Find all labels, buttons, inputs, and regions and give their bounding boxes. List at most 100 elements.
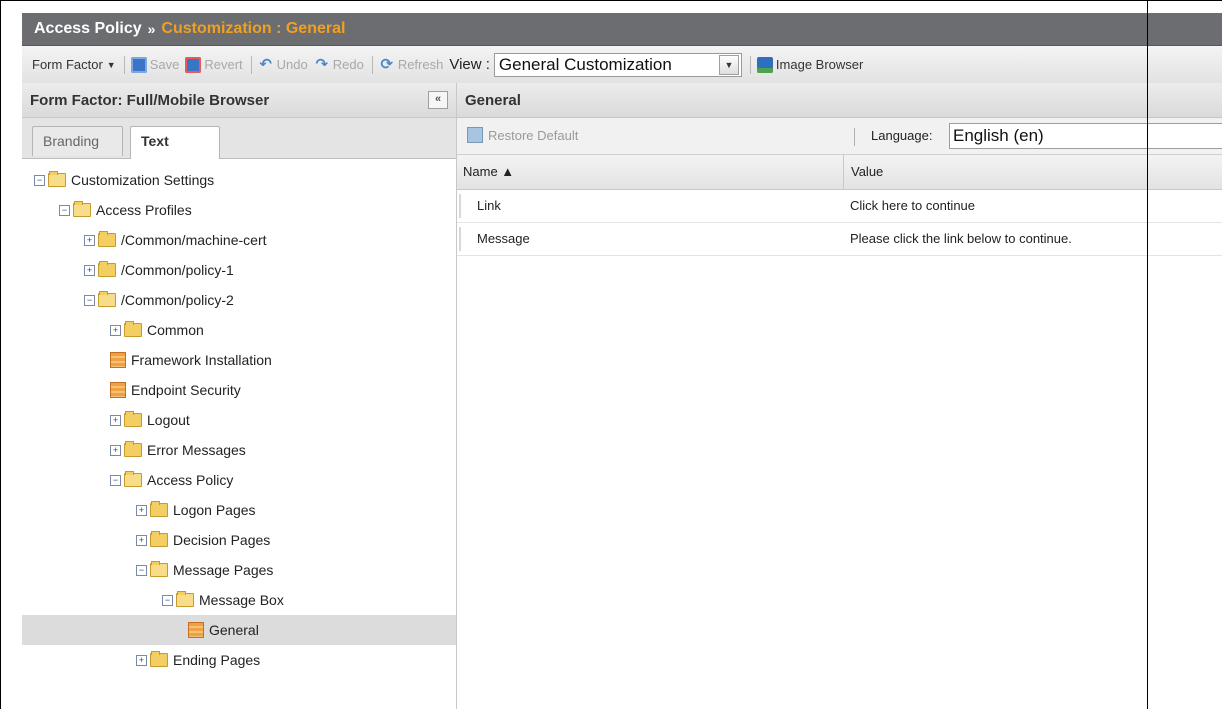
- right-panel-header: General: [457, 83, 1222, 118]
- caret-down-icon: ▼: [106, 59, 116, 70]
- dropdown-arrow-icon[interactable]: ▼: [718, 54, 739, 75]
- toolbar-separator: [749, 55, 751, 74]
- page-icon: [188, 622, 204, 638]
- column-header-value[interactable]: Value: [845, 155, 1222, 189]
- breadcrumb-separator: »: [147, 21, 156, 37]
- grid-header: Name ▲ Value: [457, 155, 1222, 190]
- tree-item[interactable]: General: [22, 615, 456, 645]
- tree-item[interactable]: + Logout: [22, 405, 190, 435]
- panel-tabs: Branding Text: [22, 118, 456, 159]
- folder-icon: [124, 321, 142, 337]
- tree-item[interactable]: + /Common/machine-cert: [22, 225, 267, 255]
- language-label: Language:: [871, 128, 933, 143]
- tree-item[interactable]: − Message Pages: [22, 555, 273, 585]
- tree-item[interactable]: Framework Installation: [22, 345, 272, 375]
- collapse-node-icon[interactable]: −: [34, 174, 45, 186]
- tree-item-label: Logon Pages: [173, 502, 256, 518]
- expand-node-icon[interactable]: +: [136, 534, 147, 546]
- collapse-node-icon[interactable]: −: [136, 564, 147, 576]
- toolbar-separator: [250, 55, 252, 74]
- revert-button[interactable]: Revert: [185, 56, 243, 73]
- toolbar-separator: [371, 55, 373, 74]
- expand-node-icon[interactable]: +: [136, 654, 147, 666]
- tree-item[interactable]: + /Common/policy-1: [22, 255, 234, 285]
- collapse-node-icon[interactable]: −: [84, 294, 95, 306]
- view-select-value: General Customization: [498, 54, 672, 74]
- image-browser-button[interactable]: Image Browser: [756, 56, 864, 73]
- tab-branding[interactable]: Branding: [32, 126, 123, 156]
- tree-item[interactable]: + Common: [22, 315, 204, 345]
- refresh-label: Refresh: [397, 57, 444, 72]
- folder-open-icon: [98, 291, 116, 307]
- expand-node-icon[interactable]: +: [110, 324, 121, 336]
- cell-value[interactable]: Please click the link below to continue.: [850, 223, 1072, 255]
- image-browser-label: Image Browser: [775, 57, 864, 72]
- cell-name: Link: [477, 198, 501, 213]
- folder-icon: [150, 651, 168, 667]
- tree-item[interactable]: − Access Profiles: [22, 195, 192, 225]
- column-header-name[interactable]: Name ▲: [457, 155, 844, 189]
- folder-icon: [124, 441, 142, 457]
- view-select[interactable]: General Customization ▼: [493, 52, 742, 77]
- restore-default-button[interactable]: Restore Default: [467, 127, 578, 143]
- overlay-vertical-line: [1147, 0, 1148, 709]
- form-factor-menu[interactable]: Form Factor ▼: [32, 57, 116, 72]
- tree-item[interactable]: − Access Policy: [22, 465, 233, 495]
- tree-item-label: Message Pages: [173, 562, 274, 578]
- breadcrumb-page: Customization : General: [161, 20, 346, 37]
- breadcrumb-section[interactable]: Access Policy: [34, 20, 142, 38]
- collapse-node-icon[interactable]: −: [110, 474, 121, 486]
- redo-button[interactable]: ↷ Redo: [314, 55, 364, 73]
- customization-tree: − Customization Settings − Access Profiles +…: [22, 159, 456, 668]
- tree-item-label: /Common/policy-2: [121, 292, 234, 308]
- tree-item-label: Framework Installation: [131, 352, 272, 368]
- expand-node-icon[interactable]: +: [84, 264, 95, 276]
- expand-node-icon[interactable]: +: [136, 504, 147, 516]
- redo-label: Redo: [332, 57, 364, 72]
- tree-item-label: Message Box: [199, 592, 284, 608]
- table-row[interactable]: Message Please click the link below to co…: [457, 223, 1222, 256]
- tree-item[interactable]: − Customization Settings: [22, 165, 214, 195]
- tree-item[interactable]: + Ending Pages: [22, 645, 260, 675]
- tree-item-label: General: [209, 622, 259, 638]
- folder-open-icon: [150, 561, 168, 577]
- right-panel-title: General: [465, 91, 521, 109]
- tree-item-label: Error Messages: [147, 442, 246, 458]
- collapse-panel-icon[interactable]: «: [428, 91, 448, 109]
- cell-value[interactable]: Click here to continue: [850, 190, 975, 222]
- form-factor-panel: Form Factor: Full/Mobile Browser « Brand…: [22, 83, 457, 709]
- tree-item-label: Access Policy: [147, 472, 234, 488]
- folder-open-icon: [124, 471, 142, 487]
- refresh-button[interactable]: ⟳ Refresh: [379, 56, 444, 73]
- tree-item[interactable]: Endpoint Security: [22, 375, 241, 405]
- grid-body: Link Click here to continue Message Please …: [457, 190, 1222, 256]
- expand-node-icon[interactable]: +: [110, 414, 121, 426]
- expand-node-icon[interactable]: +: [110, 444, 121, 456]
- tree-item[interactable]: + Error Messages: [22, 435, 246, 465]
- form-factor-label: Form Factor: [32, 57, 103, 72]
- redo-icon: ↷: [315, 55, 329, 73]
- revert-label: Revert: [204, 57, 243, 72]
- folder-icon: [150, 531, 168, 547]
- tree-item[interactable]: + Decision Pages: [22, 525, 270, 555]
- collapse-node-icon[interactable]: −: [162, 594, 173, 606]
- save-label: Save: [149, 57, 180, 72]
- left-panel-header: Form Factor: Full/Mobile Browser «: [22, 83, 456, 118]
- save-button[interactable]: Save: [130, 56, 180, 73]
- tree-item-label: Customization Settings: [71, 172, 215, 188]
- undo-button[interactable]: ↶ Undo: [258, 55, 307, 73]
- main-toolbar: Form Factor ▼ Save Revert ↶ Undo ↷ Redo …: [22, 46, 1222, 84]
- tree-item-label: Ending Pages: [173, 652, 261, 668]
- language-select[interactable]: English (en): [949, 123, 1222, 149]
- collapse-node-icon[interactable]: −: [59, 204, 70, 216]
- undo-icon: ↶: [259, 55, 272, 73]
- cell-name: Message: [477, 231, 530, 246]
- tree-item[interactable]: + Logon Pages: [22, 495, 256, 525]
- folder-icon: [98, 261, 116, 277]
- tree-item[interactable]: − Message Box: [22, 585, 284, 615]
- left-panel-title: Form Factor: Full/Mobile Browser: [30, 91, 270, 109]
- table-row[interactable]: Link Click here to continue: [457, 190, 1222, 223]
- tree-item[interactable]: − /Common/policy-2: [22, 285, 234, 315]
- expand-node-icon[interactable]: +: [84, 234, 95, 246]
- tab-text[interactable]: Text: [130, 126, 220, 159]
